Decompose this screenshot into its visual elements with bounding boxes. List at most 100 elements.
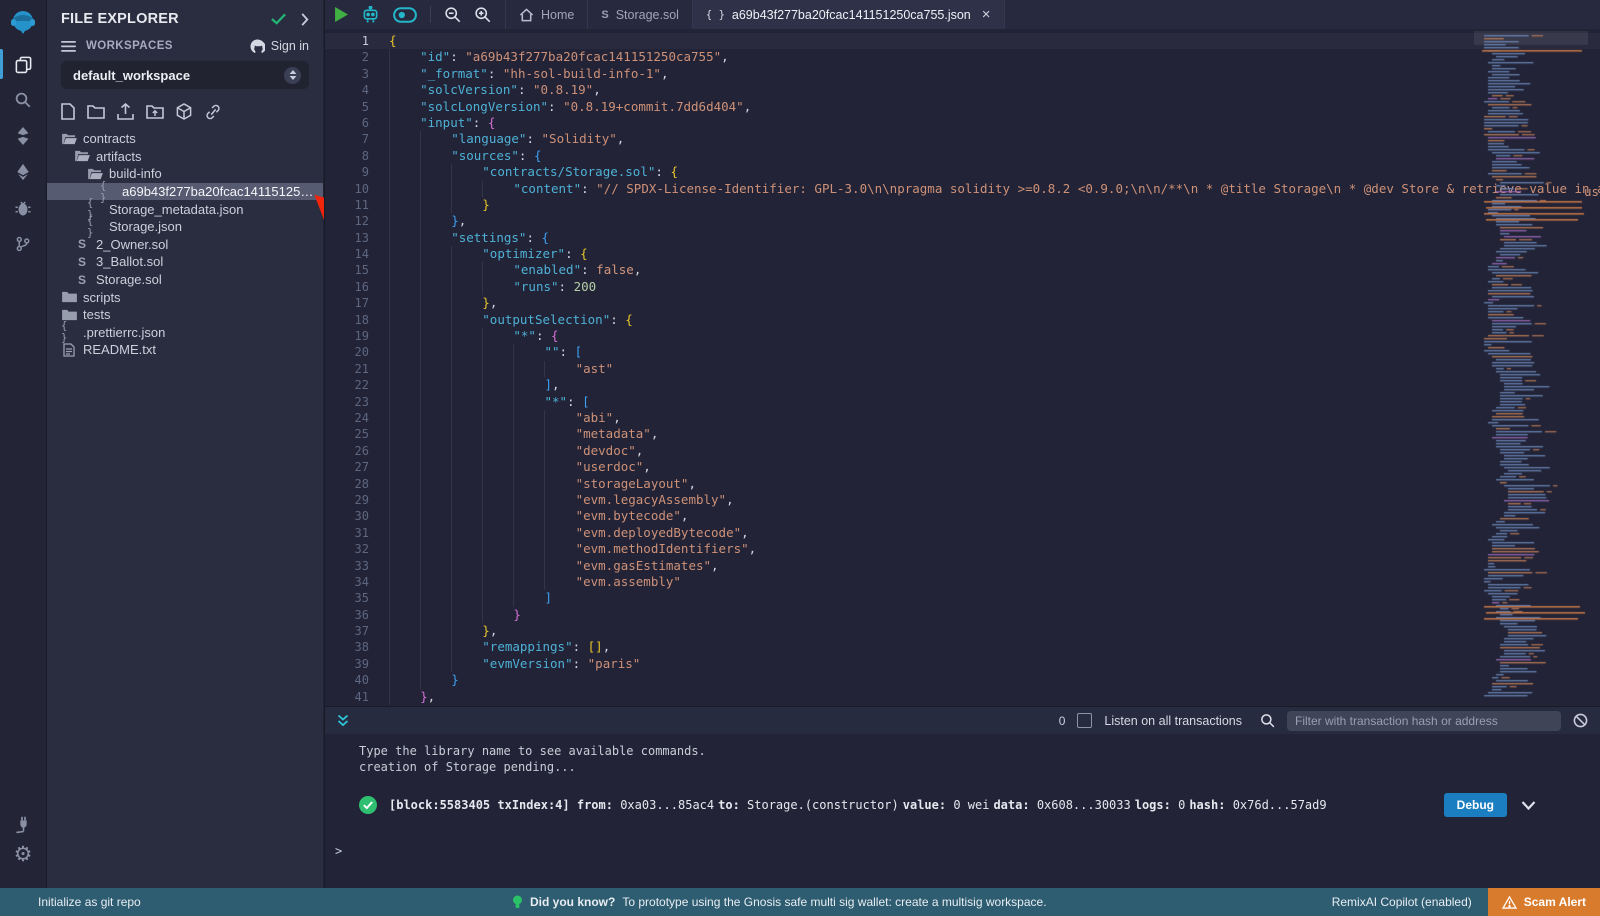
solidity-compiler-icon[interactable] [0,118,46,154]
search-icon[interactable] [0,82,46,118]
tree-item-readme-txt[interactable]: README.txt [47,341,323,359]
workspace-select[interactable]: default_workspace [61,61,309,89]
transaction-filter-input[interactable] [1287,711,1561,731]
line-content: "metadata", [369,426,1600,442]
code-line-35: 35] [325,590,1600,606]
terminal-search-icon[interactable] [1260,713,1275,728]
code-line-2: 2"id": "a69b43f277ba20fcac141151250ca755… [325,49,1600,65]
clear-console-icon[interactable] [1573,713,1588,728]
line-content: } [369,197,1600,213]
terminal-log-line: creation of Storage pending... [359,759,1600,775]
tab-storage-sol[interactable]: S Storage.sol [588,0,693,29]
line-content: "devdoc", [369,443,1600,459]
remixai-robot-icon[interactable] [361,6,380,24]
plugin-manager-icon[interactable] [14,815,33,834]
scam-alert-label: Scam Alert [1524,895,1586,909]
debug-button[interactable]: Debug [1444,793,1507,817]
code-line-13: 13"settings": { [325,230,1600,246]
debugger-icon[interactable] [0,190,46,226]
code-line-14: 14"optimizer": { [325,246,1600,262]
code-editor[interactable]: 1{2"id": "a69b43f277ba20fcac141151250ca7… [325,29,1600,706]
github-sign-in[interactable]: Sign in [250,39,309,53]
tree-item-tests[interactable]: tests [47,306,323,324]
line-content: } [369,607,1600,623]
tree-item-scripts[interactable]: scripts [47,288,323,306]
tree-item-storage-json[interactable]: { }Storage.json [47,218,323,236]
tree-item-artifacts[interactable]: artifacts [47,148,323,166]
minimap[interactable] [1474,31,1588,703]
code-line-33: 33"evm.gasEstimates", [325,558,1600,574]
zoom-out-icon[interactable] [444,6,461,23]
line-number: 8 [325,148,369,164]
tree-item--prettierrc-json[interactable]: { }.prettierrc.json [47,324,323,342]
line-number: 13 [325,230,369,246]
tree-item-label: 3_Ballot.sol [96,254,171,269]
terminal-body[interactable]: Type the library name to see available c… [325,734,1600,888]
listen-all-checkbox[interactable] [1077,713,1092,728]
deploy-run-icon[interactable] [0,154,46,190]
braces-icon: { } [87,215,103,239]
tree-item-label: tests [83,307,118,322]
code-line-8: 8"sources": { [325,148,1600,164]
folder-open-icon [87,168,103,180]
line-content: "evm.legacyAssembly", [369,492,1600,508]
code-line-3: 3"_format": "hh-sol-build-info-1", [325,66,1600,82]
new-folder-icon[interactable] [87,104,105,119]
file-explorer-icon[interactable] [0,46,46,82]
remix-logo-icon[interactable] [0,0,46,46]
tree-item-label: .prettierrc.json [83,325,173,340]
git-init-status[interactable]: Initialize as git repo [0,895,141,909]
workspaces-menu-icon[interactable] [61,41,76,52]
line-content: }, [369,689,1600,705]
line-content: { [369,33,1600,49]
upload-file-icon[interactable] [117,103,134,120]
tree-item-3-ballot-sol[interactable]: S 3_Ballot.sol [47,253,323,271]
line-number: 28 [325,476,369,492]
tree-item-contracts[interactable]: contracts [47,130,323,148]
line-content: "evm.deployedBytecode", [369,525,1600,541]
tree-item-label: scripts [83,290,129,305]
line-number: 26 [325,443,369,459]
terminal-prompt[interactable]: > [335,844,342,858]
code-line-22: 22], [325,377,1600,393]
expand-transaction-icon[interactable] [1521,801,1536,810]
line-content: "remappings": [], [369,639,1600,655]
folder-icon [61,291,77,303]
line-number: 2 [325,49,369,65]
workspace-name: default_workspace [73,68,284,83]
git-icon[interactable] [0,226,46,262]
tree-item-2-owner-sol[interactable]: S2_Owner.sol [47,236,323,254]
code-line-36: 36} [325,607,1600,623]
status-bar: Initialize as git repo Did you know? To … [0,888,1600,916]
tree-item-storage-sol[interactable]: SStorage.sol [47,271,323,289]
chevron-right-icon[interactable] [300,13,309,26]
run-script-icon[interactable] [335,7,348,22]
tab-home[interactable]: Home [505,0,588,29]
code-line-32: 32"evm.methodIdentifiers", [325,541,1600,557]
line-number: 7 [325,131,369,147]
link-icon[interactable] [204,104,222,120]
copilot-status[interactable]: RemixAI Copilot (enabled) [1332,895,1488,909]
settings-gear-icon[interactable]: ⚙ [14,844,33,866]
workspace-cube-icon[interactable] [176,103,192,120]
close-tab-icon[interactable]: × [982,7,991,22]
tree-item-label: Storage.sol [96,272,170,287]
check-icon[interactable] [271,13,286,25]
scam-alert-badge[interactable]: Scam Alert [1488,888,1600,916]
zoom-in-icon[interactable] [474,6,491,23]
copilot-toggle-icon[interactable] [393,7,417,23]
tree-item-build-info[interactable]: build-info [47,165,323,183]
line-number: 36 [325,607,369,623]
line-number: 15 [325,262,369,278]
line-number: 18 [325,312,369,328]
tab-build-info-json[interactable]: { } a69b43f277ba20fcac141151250ca755.jso… [693,0,1005,29]
collapse-terminal-icon[interactable] [337,714,349,727]
upload-folder-icon[interactable] [146,104,164,119]
folder-open-icon [74,150,90,162]
line-number: 31 [325,525,369,541]
code-line-19: 19"*": { [325,328,1600,344]
solidity-icon: S [74,255,90,269]
line-content: "*": [ [369,394,1600,410]
new-file-icon[interactable] [61,103,75,120]
code-line-20: 20"": [ [325,344,1600,360]
